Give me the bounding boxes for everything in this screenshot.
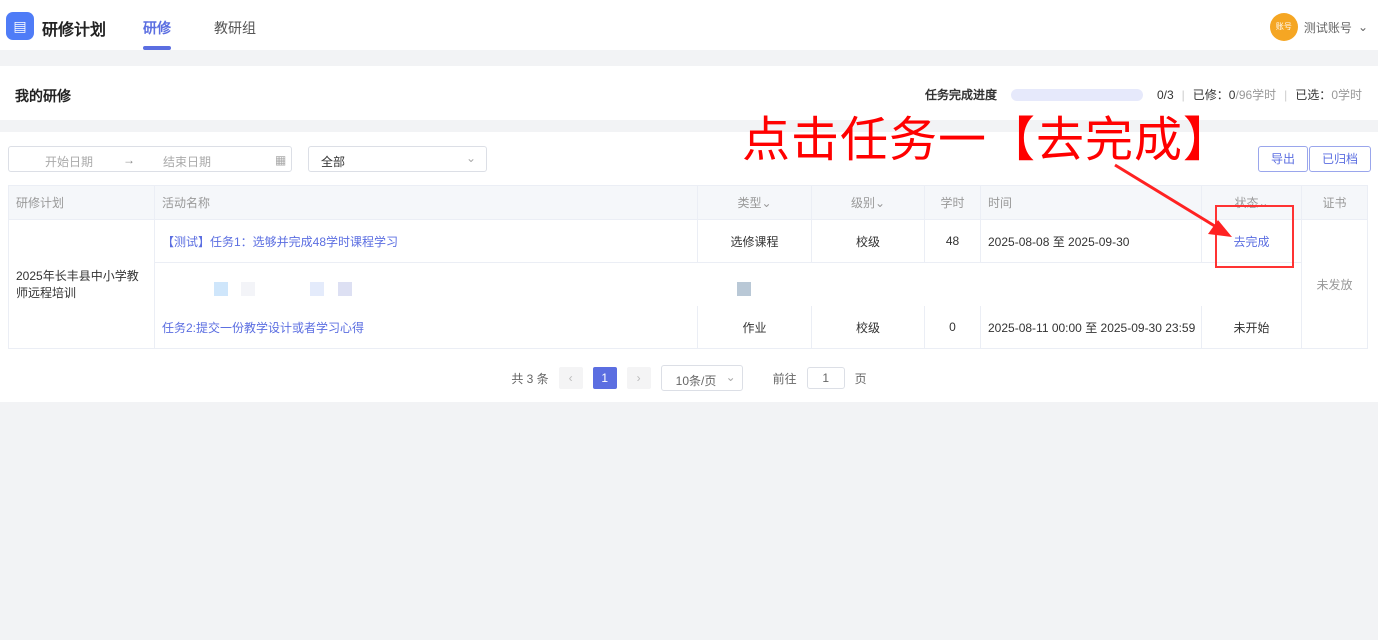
annotation-arrow-icon [1114,163,1232,237]
